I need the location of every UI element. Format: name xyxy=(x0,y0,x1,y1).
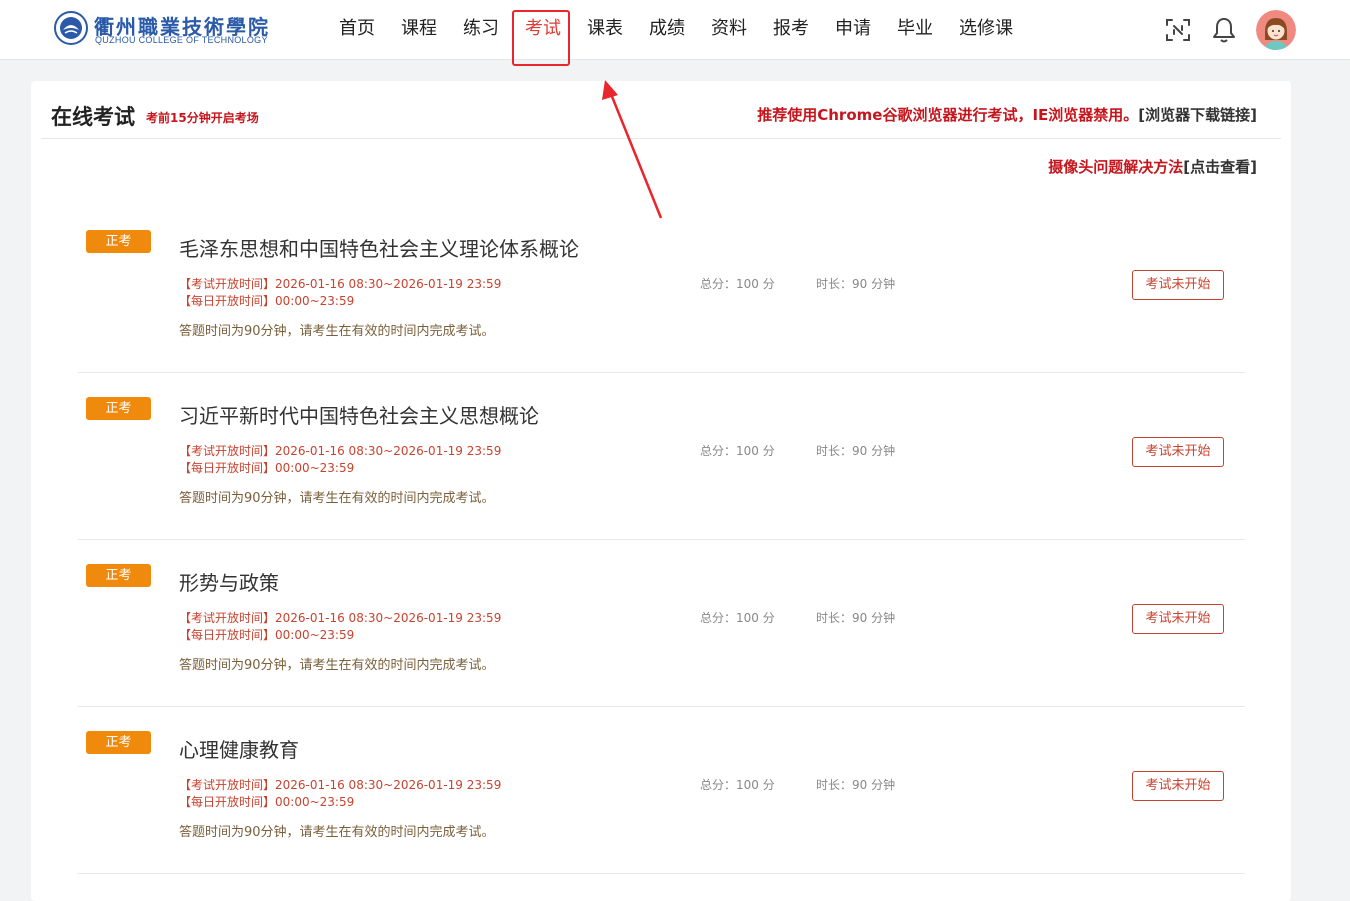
nav-item-grades[interactable]: 成绩 xyxy=(636,0,698,60)
camera-notice-text: 摄像头问题解决方法 xyxy=(1048,158,1184,176)
exam-type-badge: 正考 xyxy=(86,397,151,420)
exam-item: 正考 毛泽东思想和中国特色社会主义理论体系概论 【考试开放时间】2026-01-… xyxy=(78,207,1245,373)
college-seal-icon xyxy=(54,11,88,45)
page-subtitle: 考前15分钟开启考场 xyxy=(146,111,259,125)
exam-duration: 时长：90 分钟 xyxy=(816,611,896,625)
top-right-actions xyxy=(1146,10,1296,50)
nav-item-home[interactable]: 首页 xyxy=(326,0,388,60)
exam-total-score: 总分：100 分 xyxy=(700,444,775,458)
scan-icon[interactable] xyxy=(1164,16,1192,44)
nav-item-courses[interactable]: 课程 xyxy=(388,0,450,60)
exam-item: 正考 形势与政策 【考试开放时间】2026-01-16 08:30~2026-0… xyxy=(78,541,1245,707)
panel-header: 在线考试 考前15分钟开启考场 推荐使用Chrome谷歌浏览器进行考试，IE浏览… xyxy=(41,81,1281,139)
exam-status-button[interactable]: 考试未开始 xyxy=(1132,270,1224,300)
exam-total-score: 总分：100 分 xyxy=(700,277,775,291)
nav-label: 申请 xyxy=(835,18,871,39)
exam-type-badge: 正考 xyxy=(86,731,151,754)
exam-duration: 时长：90 分钟 xyxy=(816,778,896,792)
nav-item-registration[interactable]: 报考 xyxy=(760,0,822,60)
nav-label: 首页 xyxy=(339,18,375,39)
exam-title: 毛泽东思想和中国特色社会主义理论体系概论 xyxy=(179,237,579,261)
page-title: 在线考试 xyxy=(51,105,135,129)
nav-label: 课表 xyxy=(587,18,623,39)
highlight-box xyxy=(512,10,570,66)
exam-open-time: 【考试开放时间】2026-01-16 08:30~2026-01-19 23:5… xyxy=(179,611,502,625)
logo-english-name: QUZHOU COLLEGE OF TECHNOLOGY xyxy=(95,35,268,45)
nav-item-practice[interactable]: 练习 xyxy=(450,0,512,60)
exam-daily-time: 【每日开放时间】00:00~23:59 xyxy=(179,795,355,809)
top-navbar: 衢州職業技術學院 QUZHOU COLLEGE OF TECHNOLOGY 首页… xyxy=(0,0,1350,66)
exam-open-time: 【考试开放时间】2026-01-16 08:30~2026-01-19 23:5… xyxy=(179,778,502,792)
main-nav: 首页 课程 练习 考试 课表 成绩 资料 报考 申请 毕业 选修课 xyxy=(326,0,1026,66)
exam-total-score: 总分：100 分 xyxy=(700,778,775,792)
nav-label: 报考 xyxy=(773,18,809,39)
exam-daily-time: 【每日开放时间】00:00~23:59 xyxy=(179,628,355,642)
avatar[interactable] xyxy=(1256,10,1296,50)
nav-label: 毕业 xyxy=(897,18,933,39)
exam-title: 形势与政策 xyxy=(179,571,279,595)
exam-title: 心理健康教育 xyxy=(179,738,299,762)
exam-note: 答题时间为90分钟，请考生在有效的时间内完成考试。 xyxy=(179,825,495,840)
browser-notice-text: 推荐使用Chrome谷歌浏览器进行考试，IE浏览器禁用。 xyxy=(757,106,1139,124)
exam-note: 答题时间为90分钟，请考生在有效的时间内完成考试。 xyxy=(179,658,495,673)
exam-status-button[interactable]: 考试未开始 xyxy=(1132,771,1224,801)
exam-item: 正考 习近平新时代中国特色社会主义思想概论 【考试开放时间】2026-01-16… xyxy=(78,374,1245,540)
college-logo[interactable]: 衢州職業技術學院 QUZHOU COLLEGE OF TECHNOLOGY xyxy=(54,11,276,47)
nav-label: 成绩 xyxy=(649,18,685,39)
nav-item-materials[interactable]: 资料 xyxy=(698,0,760,60)
nav-item-graduation[interactable]: 毕业 xyxy=(884,0,946,60)
exam-open-time: 【考试开放时间】2026-01-16 08:30~2026-01-19 23:5… xyxy=(179,444,502,458)
nav-item-exams[interactable]: 考试 xyxy=(512,0,574,66)
exam-list: 正考 毛泽东思想和中国特色社会主义理论体系概论 【考试开放时间】2026-01-… xyxy=(78,207,1245,875)
exam-daily-time: 【每日开放时间】00:00~23:59 xyxy=(179,461,355,475)
exam-item: 正考 心理健康教育 【考试开放时间】2026-01-16 08:30~2026-… xyxy=(78,708,1245,874)
online-exam-panel: 在线考试 考前15分钟开启考场 推荐使用Chrome谷歌浏览器进行考试，IE浏览… xyxy=(31,81,1291,901)
nav-item-applications[interactable]: 申请 xyxy=(822,0,884,60)
exam-status-button[interactable]: 考试未开始 xyxy=(1132,604,1224,634)
exam-open-time: 【考试开放时间】2026-01-16 08:30~2026-01-19 23:5… xyxy=(179,277,502,291)
exam-total-score: 总分：100 分 xyxy=(700,611,775,625)
nav-label: 课程 xyxy=(401,18,437,39)
exam-type-badge: 正考 xyxy=(86,564,151,587)
nav-label: 选修课 xyxy=(959,18,1013,39)
nav-label: 练习 xyxy=(463,18,499,39)
bell-icon[interactable] xyxy=(1210,16,1238,44)
camera-notice: 摄像头问题解决方法[点击查看] xyxy=(1048,156,1257,177)
exam-duration: 时长：90 分钟 xyxy=(816,277,896,291)
browser-download-link[interactable]: [浏览器下载链接] xyxy=(1138,106,1257,124)
nav-item-electives[interactable]: 选修课 xyxy=(946,0,1026,60)
exam-note: 答题时间为90分钟，请考生在有效的时间内完成考试。 xyxy=(179,324,495,339)
exam-type-badge: 正考 xyxy=(86,230,151,253)
browser-notice: 推荐使用Chrome谷歌浏览器进行考试，IE浏览器禁用。[浏览器下载链接] xyxy=(757,104,1257,125)
exam-title: 习近平新时代中国特色社会主义思想概论 xyxy=(179,404,539,428)
exam-note: 答题时间为90分钟，请考生在有效的时间内完成考试。 xyxy=(179,491,495,506)
nav-item-timetable[interactable]: 课表 xyxy=(574,0,636,60)
nav-label: 资料 xyxy=(711,18,747,39)
exam-daily-time: 【每日开放时间】00:00~23:59 xyxy=(179,294,355,308)
camera-help-link[interactable]: [点击查看] xyxy=(1183,158,1257,176)
exam-status-button[interactable]: 考试未开始 xyxy=(1132,437,1224,467)
exam-duration: 时长：90 分钟 xyxy=(816,444,896,458)
